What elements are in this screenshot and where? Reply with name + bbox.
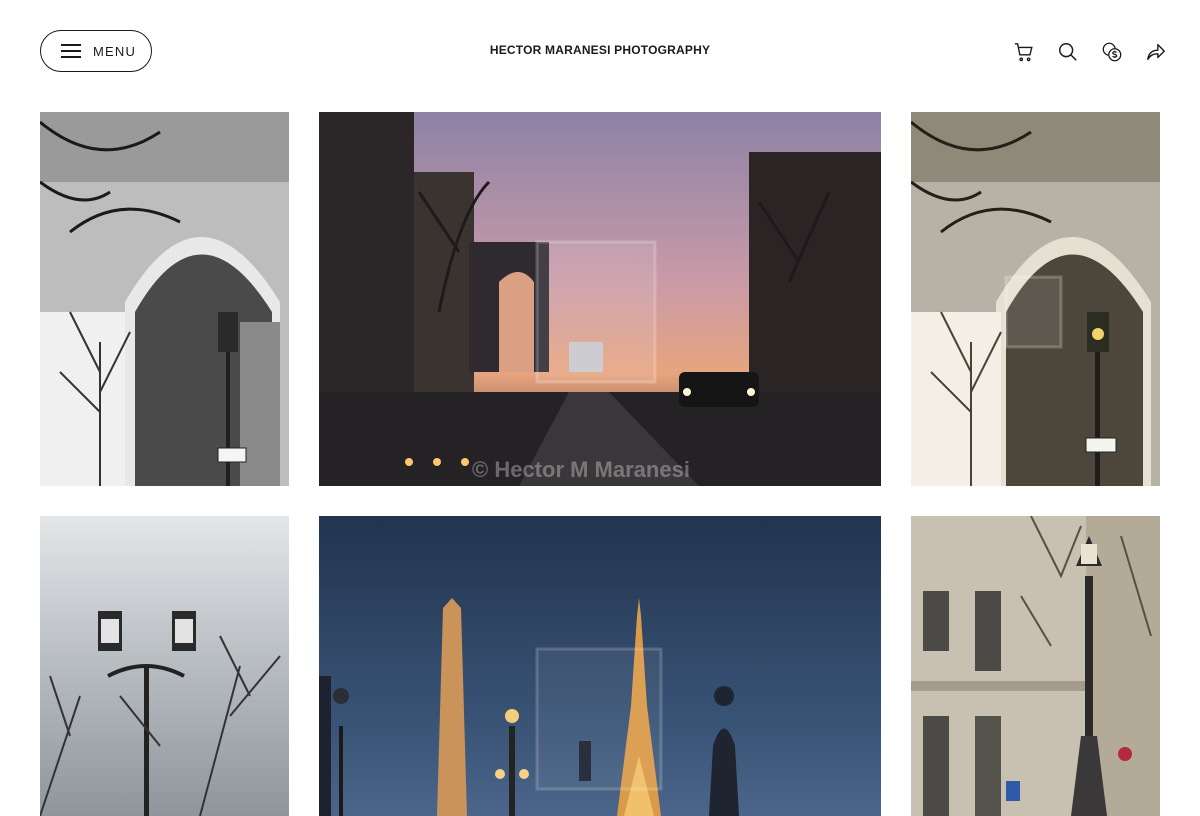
photo-obelisk-eiffel [319,516,881,816]
photo-lamp-building [911,516,1160,816]
photo-arc-bw [40,112,289,486]
photo-street-lamps [40,516,289,816]
photo-tile[interactable] [319,516,881,816]
photo-arc-sunset [319,112,881,486]
photo-tile[interactable]: © Hector M Maranesi [319,112,881,486]
photo-arc-color [911,112,1160,486]
photo-gallery: © Hector M Maranesi [0,0,1200,816]
photo-tile[interactable] [911,112,1160,486]
photo-tile[interactable] [40,112,289,486]
photo-tile[interactable] [40,516,289,816]
photo-tile[interactable] [911,516,1160,816]
watermark-text: © Hector M Maranesi [472,457,690,482]
